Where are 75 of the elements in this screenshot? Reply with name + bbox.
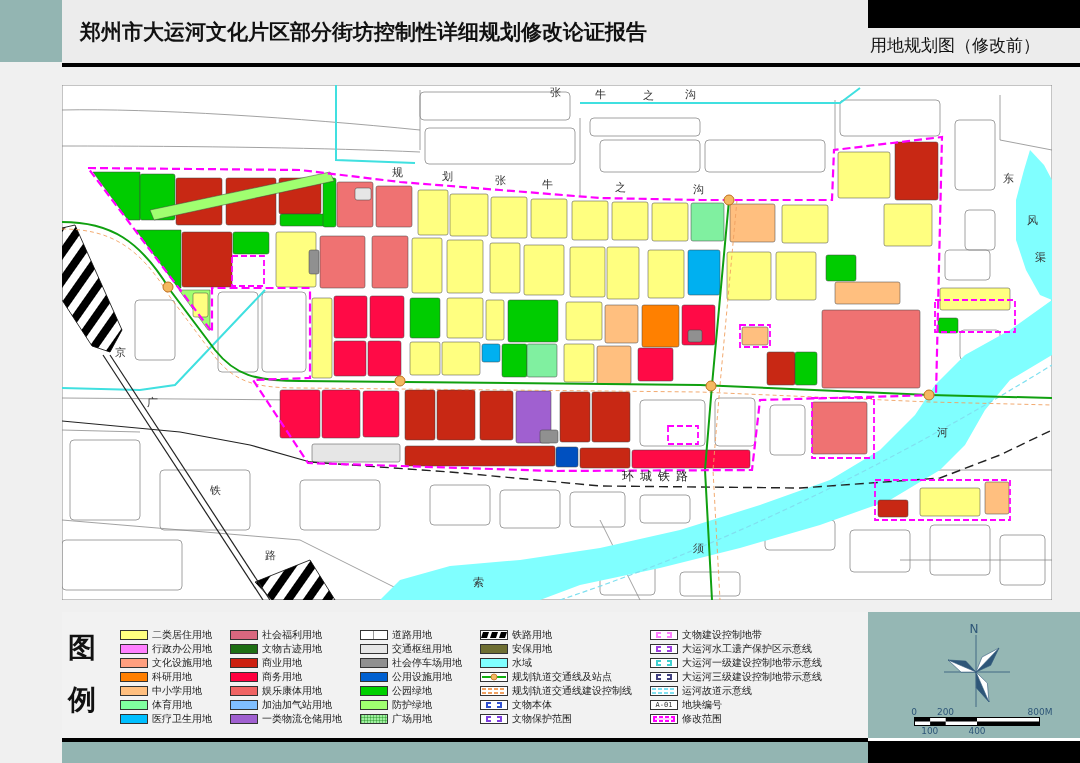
legend-label: 科研用地 <box>152 670 192 684</box>
scale-label: 100 <box>921 726 939 736</box>
map-label: 规 <box>391 165 403 179</box>
bracket-outline-icon <box>480 714 508 724</box>
bracket-outline-icon <box>650 644 678 654</box>
legend-label: 水域 <box>512 656 532 670</box>
map-title: 用地规划图（修改前） <box>869 34 1041 57</box>
legend-label: 文物建设控制地带 <box>682 628 762 642</box>
map-label: 路 <box>264 548 276 562</box>
scale-label: 800M <box>1027 707 1053 717</box>
legend-label: 文物古迹用地 <box>262 642 322 656</box>
map-label: 环城铁路 <box>622 469 694 483</box>
map-label: 索 <box>472 575 484 589</box>
scale-label: 0 <box>911 707 917 717</box>
north-label: N <box>969 623 979 635</box>
legend-label: 加油加气站用地 <box>262 698 332 712</box>
railway-hatch-icon <box>480 630 508 640</box>
map-label: 河 <box>936 425 948 439</box>
legend-label: 安保用地 <box>512 642 552 656</box>
legend-label: 文物本体 <box>512 698 552 712</box>
map-label: 铁 <box>209 483 221 497</box>
legend-label: 交通枢纽用地 <box>392 642 452 656</box>
map-label: 风 <box>1026 213 1038 227</box>
map-label: 京 <box>114 345 126 359</box>
legend-label: 广场用地 <box>392 712 432 726</box>
report-title: 郑州市大运河文化片区部分街坊控制性详细规划修改论证报告 <box>78 18 648 46</box>
bracket-outline-icon <box>650 630 678 640</box>
map-label: 东 <box>1002 171 1014 185</box>
legend-label: 中小学用地 <box>152 684 202 698</box>
legend-label: 二类居住用地 <box>152 628 212 642</box>
legend-label: 道路用地 <box>392 628 432 642</box>
legend-title: 图例 <box>68 630 96 718</box>
legend-label: 规划轨道交通线及站点 <box>512 670 612 684</box>
map-label: 广 <box>146 395 158 409</box>
legend-label: 大运河一级建设控制地带示意线 <box>682 656 822 670</box>
legend-label: 运河故道示意线 <box>682 684 752 698</box>
legend-label: 防护绿地 <box>392 698 432 712</box>
legend-label: 公园绿地 <box>392 684 432 698</box>
legend-label: 体育用地 <box>152 698 192 712</box>
map-label: 沟 <box>692 182 704 196</box>
legend-label: 文物保护范围 <box>512 712 572 726</box>
corner-block <box>0 0 62 62</box>
legend-label: 修改范围 <box>682 712 722 726</box>
map-label: 牛 <box>541 177 553 191</box>
legend-label: 公用设施用地 <box>392 670 452 684</box>
map-label: 划 <box>441 169 453 183</box>
legend-label: 行政办公用地 <box>152 642 212 656</box>
legend-label: 规划轨道交通线建设控制线 <box>512 684 632 698</box>
legend-label: 大运河三级建设控制地带示意线 <box>682 670 822 684</box>
legend-label: 大运河水工遗产保护区示意线 <box>682 642 812 656</box>
legend-label: 商务用地 <box>262 670 302 684</box>
map-label: 张 <box>549 85 561 99</box>
legend-label: 医疗卫生用地 <box>152 712 212 726</box>
legend-label: 商业用地 <box>262 656 302 670</box>
bracket-outline-icon <box>650 658 678 668</box>
legend-label: 娱乐康体用地 <box>262 684 322 698</box>
legend-label: 社会福利用地 <box>262 628 322 642</box>
map-label: 之 <box>642 88 654 102</box>
legend-label: 一类物流仓储用地 <box>262 712 342 726</box>
legend-label: 文化设施用地 <box>152 656 212 670</box>
map-label: 之 <box>614 180 626 194</box>
map-label: 须 <box>692 541 704 555</box>
legend-label: 社会停车场用地 <box>392 656 462 670</box>
legend-label: 地块编号 <box>682 698 722 712</box>
legend-label: 铁路用地 <box>512 628 552 642</box>
dashed-boundary-icon <box>650 714 678 724</box>
bracket-outline-icon <box>650 672 678 682</box>
road-swatch-icon <box>360 630 388 640</box>
scale-label: 400 <box>968 726 986 736</box>
scale-label: 200 <box>936 707 955 717</box>
map-label: 张 <box>494 173 506 187</box>
map-label: 牛 <box>594 87 606 101</box>
map-label: 沟 <box>684 87 696 101</box>
map-label: 渠 <box>1034 250 1046 264</box>
bracket-outline-icon <box>480 700 508 710</box>
